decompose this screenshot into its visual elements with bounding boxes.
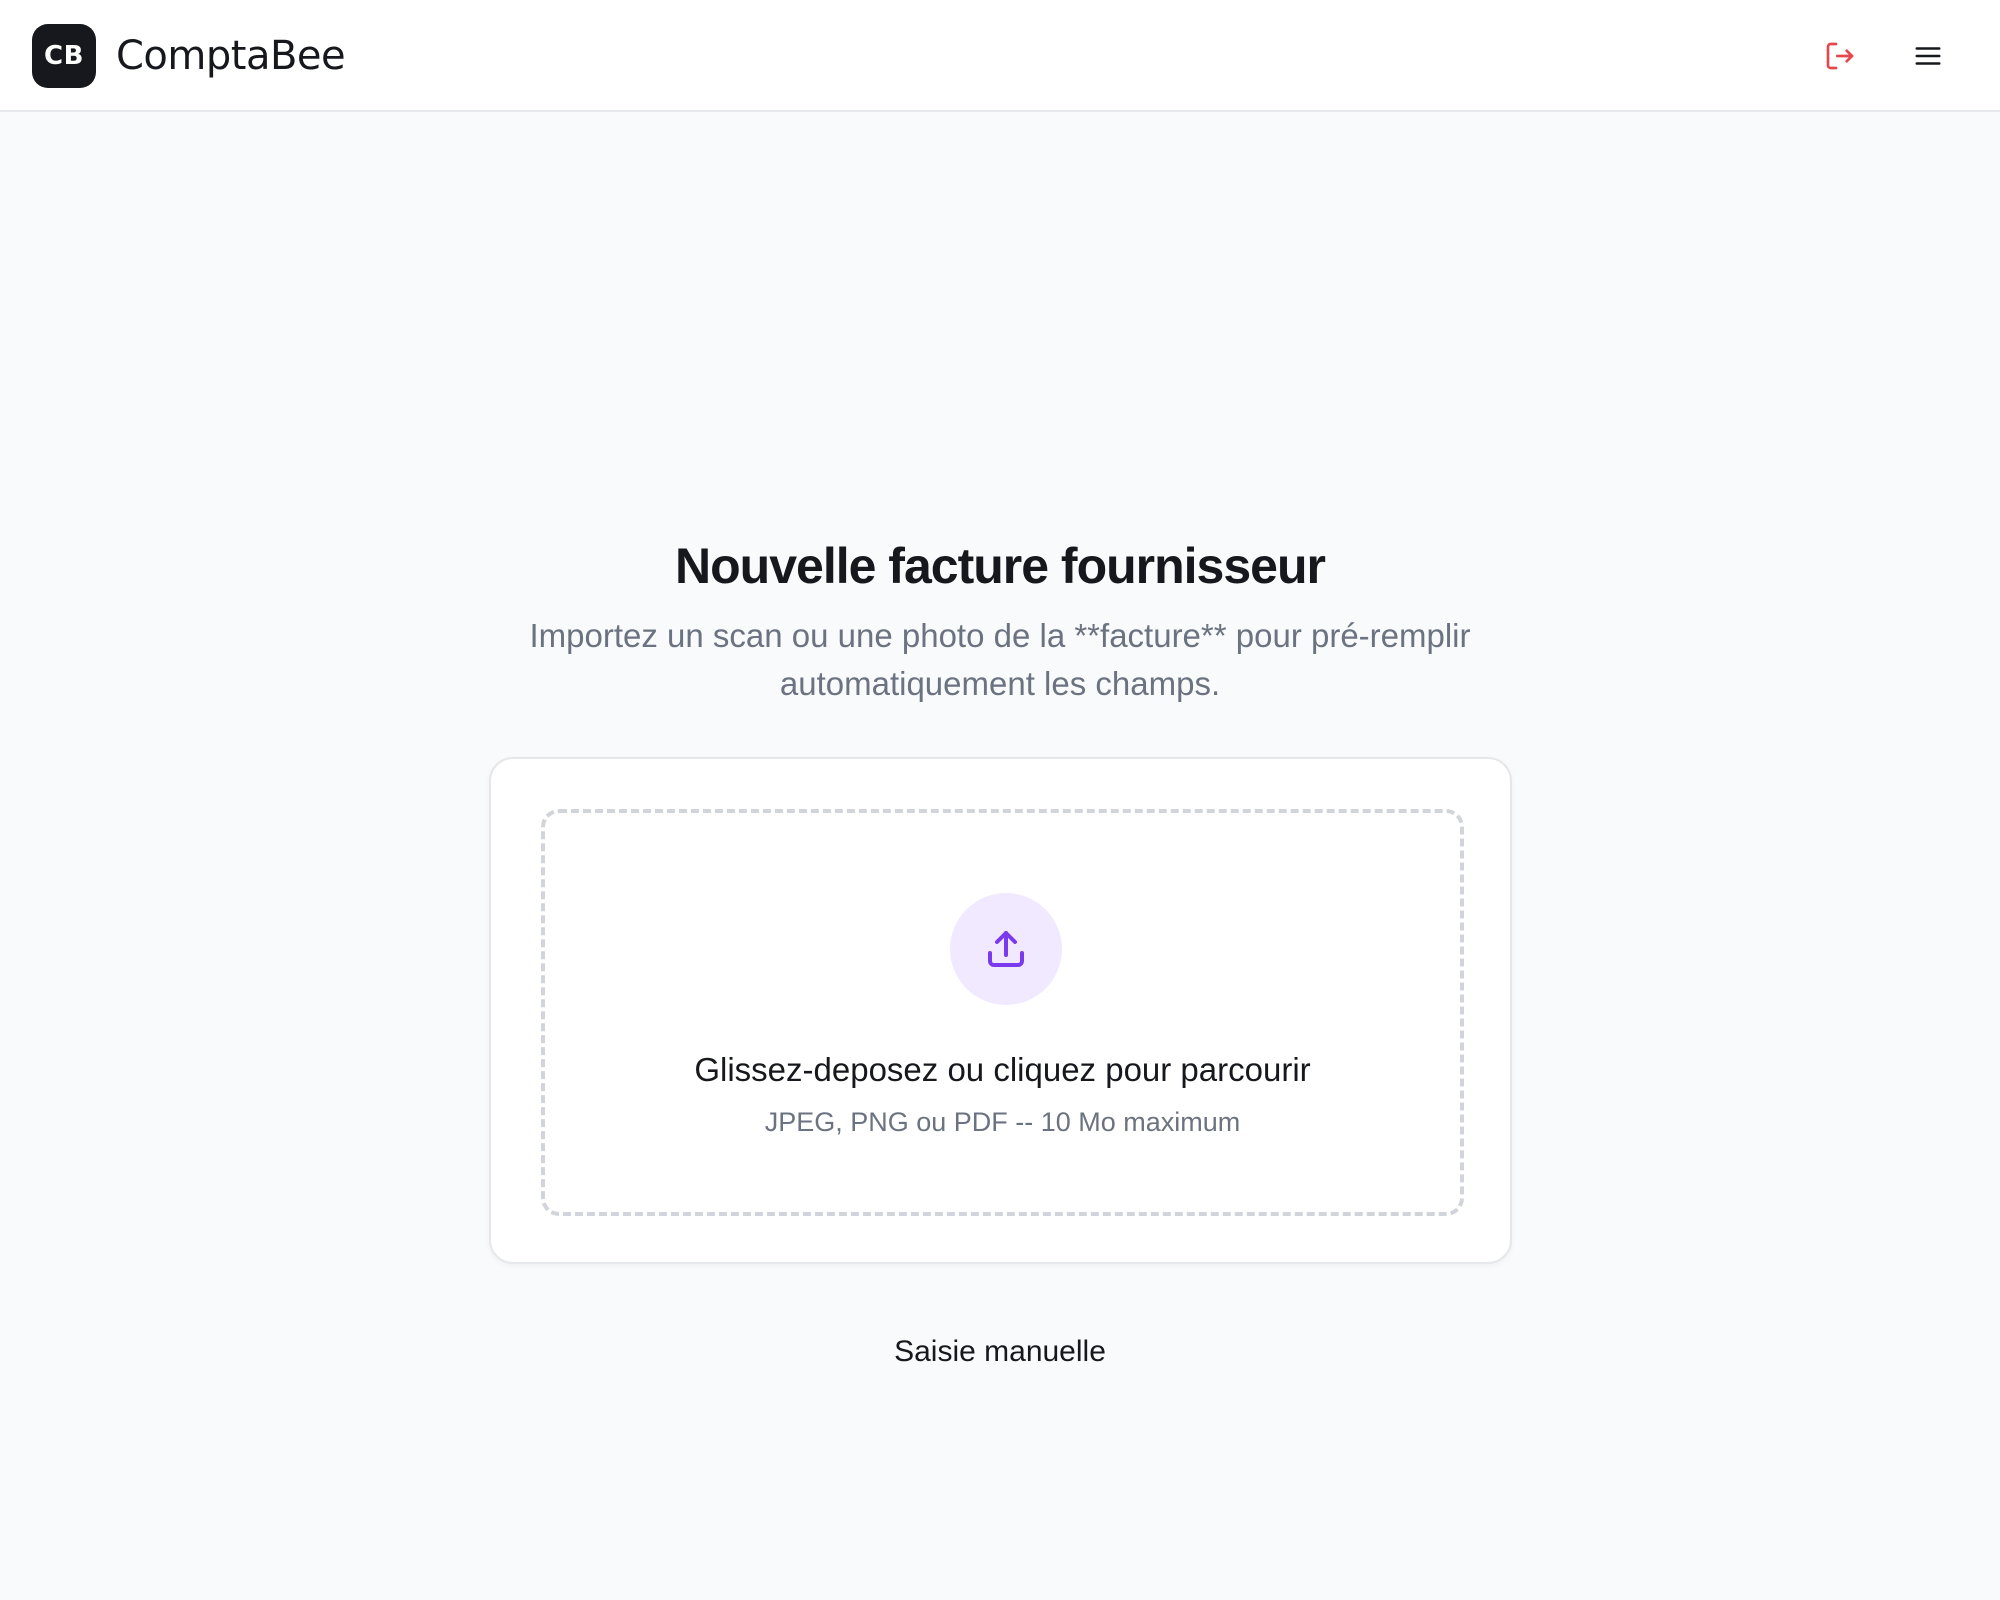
dropzone-label: Glissez-deposez ou cliquez pour parcouri…: [694, 1051, 1311, 1088]
top-bar: CB ComptaBee: [0, 0, 2000, 112]
app-logo[interactable]: CB: [32, 24, 96, 88]
page-subtitle: Importez un scan ou une photo de la **fa…: [529, 617, 1471, 702]
upload-icon: [988, 931, 1024, 967]
logo-text: CB: [44, 41, 84, 71]
file-dropzone[interactable]: Glissez-deposez ou cliquez pour parcouri…: [541, 809, 1464, 1216]
manual-entry-button[interactable]: Saisie manuelle: [850, 1328, 1150, 1376]
upload-icon-badge: [950, 893, 1062, 1005]
logout-button[interactable]: [1818, 34, 1862, 78]
app-name: ComptaBee: [116, 33, 346, 79]
upload-card: Glissez-deposez ou cliquez pour parcouri…: [489, 757, 1512, 1264]
menu-button[interactable]: [1906, 34, 1950, 78]
logout-icon: [1826, 42, 1854, 70]
hamburger-menu-icon: [1915, 47, 1941, 65]
page-title: Nouvelle facture fournisseur: [675, 538, 1326, 594]
dropzone-hint: JPEG, PNG ou PDF -- 10 Mo maximum: [764, 1107, 1241, 1137]
